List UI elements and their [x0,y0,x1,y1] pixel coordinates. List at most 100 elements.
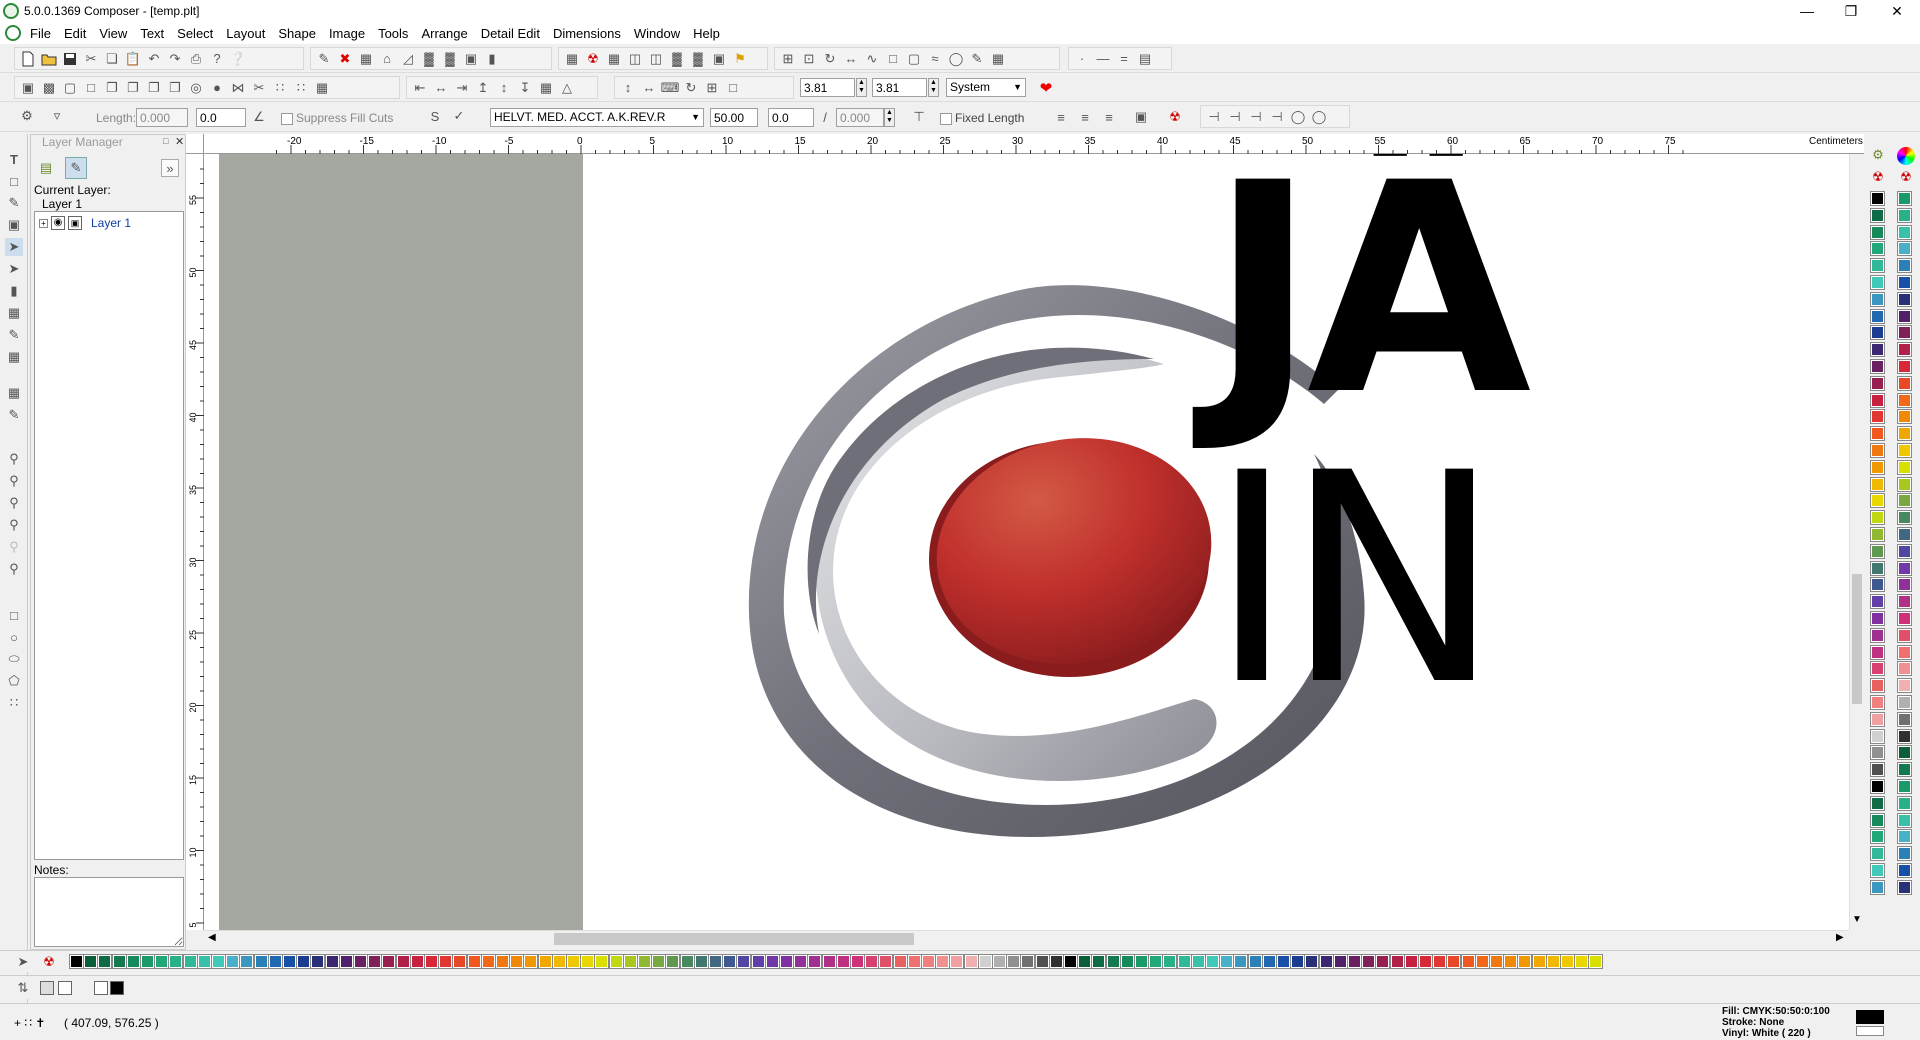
width-spinner[interactable]: ▲ ▼ [856,78,867,97]
color-swatch[interactable] [1897,224,1912,240]
crop-icon[interactable]: ⊞ [703,79,721,97]
color-swatch[interactable] [83,954,99,969]
distribute-icon[interactable]: ▦ [537,79,555,97]
color-swatch[interactable] [1897,594,1912,610]
notes-textarea[interactable] [34,877,184,947]
color-swatch[interactable] [1105,954,1121,969]
color-swatch[interactable] [1897,426,1912,442]
paint-icon[interactable]: ⚑ [731,50,749,68]
color-swatch[interactable] [225,954,241,969]
menu-dimensions[interactable]: Dimensions [553,26,621,41]
color-swatch[interactable] [892,954,908,969]
color-swatch[interactable] [1897,762,1912,778]
color-swatch[interactable] [1870,275,1885,290]
color-swatch[interactable] [1870,594,1885,610]
transform-icon[interactable]: ⊞ [779,50,797,68]
color-swatch[interactable] [1870,241,1885,257]
color-swatch[interactable] [182,954,198,969]
pattern-tool-icon[interactable]: ▦ [5,348,23,366]
palette-tool-2-icon[interactable]: ☢ [40,953,58,971]
color-swatch[interactable] [1034,954,1050,969]
polygon-tool-icon[interactable]: ⬠ [5,672,23,690]
restore-icon[interactable]: ❐ [1828,0,1874,22]
align-center-icon[interactable]: ↔ [432,79,450,97]
frame-icon[interactable]: ▣ [19,79,37,97]
menu-image[interactable]: Image [329,26,365,41]
copies-2-icon[interactable]: ❐ [166,79,184,97]
color-swatch[interactable] [1897,644,1912,660]
color-swatch[interactable] [438,954,454,969]
color-swatch[interactable] [1897,846,1912,862]
color-swatch[interactable] [1897,392,1912,408]
color-swatch[interactable] [637,954,652,969]
ungroup-icon[interactable]: ◫ [647,50,665,68]
font-select[interactable]: HELVT. MED. ACCT. A.K.REV.R ▼ [490,108,704,127]
fill-icon[interactable]: ▩ [40,79,58,97]
color-swatch[interactable] [282,954,297,969]
double-line-icon[interactable]: = [1115,50,1133,68]
color-swatch[interactable] [1162,954,1178,969]
color-swatch[interactable] [1897,459,1912,475]
color-swatch[interactable] [1870,342,1885,358]
select-tool-icon[interactable]: ➤ [5,238,23,256]
color-swatch[interactable] [1063,954,1078,969]
color-swatch[interactable] [949,954,965,969]
color-swatch[interactable] [1870,325,1885,341]
cut-icon[interactable]: ✂ [82,50,100,68]
color-swatch[interactable] [1290,954,1306,969]
offset-icon[interactable]: □ [82,79,100,97]
scroll-right-icon[interactable]: ▶ [1836,932,1844,943]
color-swatch[interactable] [1347,954,1362,969]
rotate-obj-icon[interactable]: ↻ [682,79,700,97]
color-swatch[interactable] [1176,954,1192,969]
color-swatch[interactable] [1897,476,1912,492]
color-swatch[interactable] [296,954,312,969]
color-swatch[interactable] [1897,795,1912,811]
contour-icon[interactable]: ◯ [947,50,965,68]
horizontal-scrollbar[interactable]: ◀ ▶ [204,930,1849,946]
color-swatch[interactable] [1897,577,1912,593]
color-swatch[interactable] [353,954,368,969]
eyedropper-tool-icon[interactable]: ✎ [5,326,23,344]
menu-detail-edit[interactable]: Detail Edit [481,26,540,41]
color-swatch[interactable] [1897,258,1912,274]
scale-icon[interactable]: ⌨ [661,79,680,97]
color-swatch[interactable] [1897,409,1912,425]
circle-fill-icon[interactable]: ● [208,79,226,97]
color-swatch[interactable] [211,954,226,969]
copies-icon[interactable]: ❐ [145,79,163,97]
palette-swap-icon[interactable]: ☢ [1869,168,1887,186]
color-swatch[interactable] [580,954,596,969]
color-swatch[interactable] [1403,954,1419,969]
scroll-left-icon[interactable]: ◀ [208,932,216,943]
spacing-input[interactable] [768,108,814,127]
color-swatch[interactable] [736,954,752,969]
menu-arrange[interactable]: Arrange [421,26,467,41]
pen-icon[interactable]: ✎ [315,50,333,68]
color-swatch[interactable] [1077,954,1093,969]
expand-panel-icon[interactable]: » [161,159,179,177]
slant-spinner[interactable]: ▲ ▼ [884,108,895,127]
menu-window[interactable]: Window [634,26,680,41]
vertical-scrollbar[interactable]: ▼ [1849,154,1864,930]
color-swatch[interactable] [495,954,510,969]
canvas-text-line2[interactable]: IN [1209,436,1501,726]
horizontal-ruler[interactable]: -20 -15 -10 -5 0 5 10 15 20 25 30 35 40 45 50 55 60 65 70 7… [204,134,1864,154]
align-bottom-icon[interactable]: ↧ [516,79,534,97]
color-swatch[interactable] [154,954,170,969]
color-swatch[interactable] [566,954,581,969]
vertical-scroll-thumb[interactable] [1852,574,1862,704]
color-swatch[interactable] [1897,560,1912,576]
color-swatch[interactable] [267,954,283,969]
points-tool-icon[interactable]: ∷ [5,694,23,712]
color-swatch[interactable] [764,954,780,969]
stroke-white-swatch[interactable] [94,981,108,995]
pencil-tool-icon[interactable]: ✎ [5,194,23,212]
zoom-window-icon[interactable]: ⚲ [5,494,23,512]
color-swatch[interactable] [1897,611,1912,626]
fixed-length-checkbox[interactable] [940,113,952,125]
color-swatch[interactable] [1489,954,1504,969]
color-swatch[interactable] [1897,745,1912,761]
color-swatch[interactable] [850,954,865,969]
angle-tool-icon[interactable]: ∠ [250,108,268,126]
